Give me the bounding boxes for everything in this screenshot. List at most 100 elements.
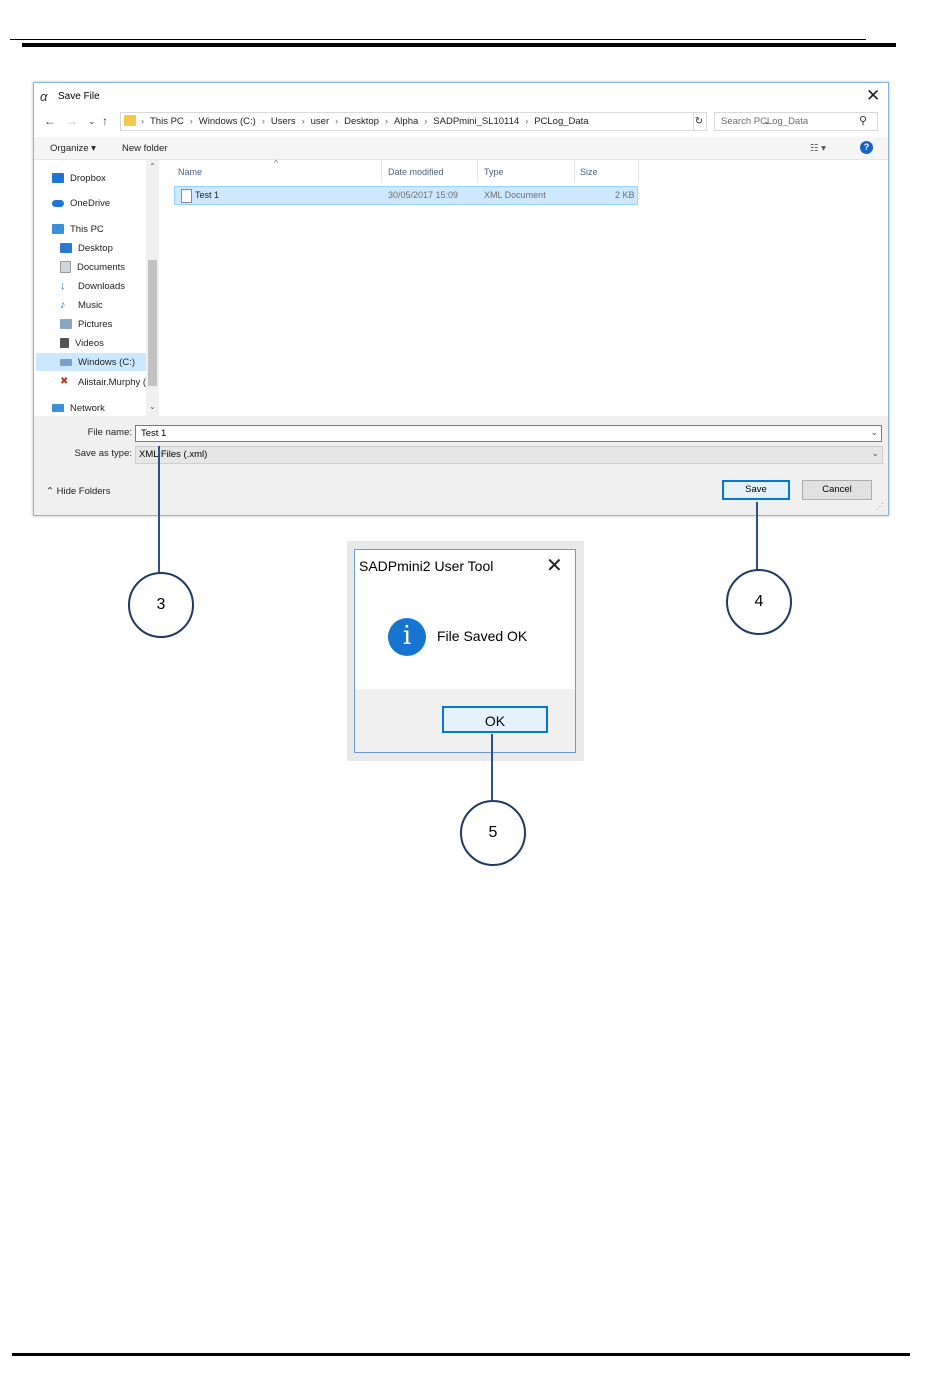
nav-item-videos[interactable]: Videos (60, 334, 104, 352)
column-header-size[interactable]: Size (580, 167, 598, 177)
nav-item-this-pc[interactable]: This PC (52, 220, 104, 238)
breadcrumb: › This PC › Windows (C:) › Users › user … (141, 116, 589, 127)
file-name-cell: Test 1 (195, 190, 220, 200)
ok-button[interactable]: OK (442, 706, 548, 733)
save-type-value: XML Files (.xml) (139, 449, 208, 460)
nav-item-music[interactable]: ♪ Music (60, 296, 103, 314)
file-list: ^ Name Date modified Type Size Test 1 30… (170, 158, 888, 416)
pictures-icon (60, 319, 72, 329)
file-name-label: File name: (87, 427, 132, 438)
refresh-icon[interactable]: ↻ (692, 112, 707, 131)
callout-5-line (491, 734, 493, 800)
music-icon: ♪ (60, 299, 66, 311)
downloads-icon: ↓ (60, 280, 66, 292)
dropbox-icon (52, 173, 64, 183)
close-icon[interactable]: ✕ (546, 553, 563, 578)
nav-scrollbar[interactable]: ⌃ ⌄ (146, 160, 159, 416)
nav-item-desktop[interactable]: Desktop (60, 239, 113, 257)
footer-rule (12, 1353, 910, 1356)
documents-icon (60, 261, 71, 273)
dialog-title: Save File (58, 91, 100, 102)
new-folder-button[interactable]: New folder (122, 143, 167, 154)
message-box: SADPmini2 User Tool ✕ i File Saved OK OK (354, 549, 576, 753)
help-icon[interactable]: ? (860, 141, 873, 154)
close-icon[interactable]: ✕ (866, 86, 880, 106)
nav-item-dropbox[interactable]: Dropbox (52, 169, 106, 187)
nav-item-alistair-murphy[interactable]: ✖ Alistair.Murphy ( (60, 373, 146, 391)
command-toolbar: Organize ▾ New folder ☷ ▾ ? (34, 137, 888, 160)
folder-icon (124, 115, 136, 126)
navigation-bar: ← → ⌄ ↑ › This PC › Windows (C:) › Users… (34, 111, 888, 133)
file-name-value: Test 1 (141, 428, 167, 439)
recent-chevron-icon[interactable]: ⌄ (88, 116, 96, 127)
scroll-down-icon[interactable]: ⌄ (146, 402, 159, 411)
scroll-thumb[interactable] (148, 260, 157, 386)
file-size-cell: 2 KB (615, 190, 635, 200)
computer-icon (52, 224, 64, 234)
app-icon: α (40, 89, 48, 104)
cancel-button[interactable]: Cancel (802, 480, 872, 500)
column-header-type[interactable]: Type (484, 167, 504, 177)
save-options-panel: File name: Test 1 ⌄ Save as type: XML Fi… (34, 416, 888, 515)
message-box-footer: OK (355, 689, 575, 752)
save-type-select[interactable]: XML Files (.xml) ⌄ (135, 446, 883, 464)
nav-item-documents[interactable]: Documents (60, 258, 125, 276)
dialog-titlebar: α Save File ✕ (34, 83, 888, 109)
breadcrumb-sadpmini[interactable]: SADPmini_SL10114 (433, 116, 519, 127)
breadcrumb-users[interactable]: Users (271, 116, 296, 127)
scroll-up-icon[interactable]: ⌃ (146, 162, 159, 171)
search-placeholder: Search PCLog_Data (721, 116, 809, 127)
save-button[interactable]: Save (722, 480, 790, 500)
table-row[interactable]: Test 1 30/05/2017 15:09 XML Document 2 K… (174, 186, 638, 205)
save-type-label: Save as type: (74, 448, 132, 459)
callout-3: 3 (128, 572, 194, 638)
network-drive-icon: ✖ (60, 376, 69, 387)
breadcrumb-windows-c[interactable]: Windows (C:) (199, 116, 256, 127)
message-text: File Saved OK (437, 628, 528, 644)
breadcrumb-desktop[interactable]: Desktop (344, 116, 379, 127)
forward-arrow-icon[interactable]: → (66, 114, 78, 128)
chevron-up-icon: ⌃ (46, 486, 54, 497)
organize-menu[interactable]: Organize ▾ (50, 143, 96, 154)
sort-caret-icon: ^ (274, 158, 279, 168)
file-date-cell: 30/05/2017 15:09 (388, 190, 459, 200)
navigation-pane: Dropbox OneDrive This PC Desktop Documen… (34, 160, 160, 416)
hide-folders-button[interactable]: ⌃ Hide Folders (46, 486, 110, 497)
nav-item-onedrive[interactable]: OneDrive (52, 194, 110, 212)
breadcrumb-pclog-data[interactable]: PCLog_Data (534, 116, 588, 127)
search-input[interactable]: Search PCLog_Data ⚲ (714, 112, 878, 131)
network-icon (52, 404, 64, 412)
nav-item-downloads[interactable]: ↓ Downloads (60, 277, 125, 295)
view-options-icon[interactable]: ☷ ▾ (810, 143, 826, 154)
breadcrumb-user[interactable]: user (311, 116, 329, 127)
callout-5: 5 (460, 800, 526, 866)
address-bar[interactable]: › This PC › Windows (C:) › Users › user … (120, 112, 771, 131)
resize-grip-icon[interactable]: ⋰ (876, 502, 884, 511)
column-header-date[interactable]: Date modified (388, 167, 444, 177)
xml-file-icon (181, 189, 192, 203)
breadcrumb-alpha[interactable]: Alpha (394, 116, 418, 127)
header-rule-thick (22, 43, 896, 47)
nav-item-pictures[interactable]: Pictures (60, 315, 112, 333)
nav-item-network[interactable]: Network (52, 399, 105, 417)
desktop-icon (60, 243, 72, 253)
save-file-dialog: α Save File ✕ ← → ⌄ ↑ › This PC › Window… (33, 82, 889, 516)
file-name-dropdown-icon[interactable]: ⌄ (870, 427, 878, 438)
callout-4: 4 (726, 569, 792, 635)
search-icon: ⚲ (859, 115, 868, 127)
message-box-title: SADPmini2 User Tool (359, 558, 494, 574)
header-rule-thin (10, 39, 866, 40)
back-arrow-icon[interactable]: ← (44, 114, 56, 128)
drive-icon (60, 358, 72, 366)
breadcrumb-this-pc[interactable]: This PC (150, 116, 184, 127)
file-name-field[interactable]: Test 1 ⌄ (135, 425, 882, 442)
onedrive-icon (52, 199, 64, 207)
column-header-name[interactable]: Name (178, 167, 202, 177)
info-icon: i (388, 618, 426, 656)
up-arrow-icon[interactable]: ↑ (102, 114, 108, 128)
videos-icon (60, 338, 69, 348)
nav-item-windows-c[interactable]: Windows (C:) (60, 353, 135, 371)
save-type-dropdown-icon[interactable]: ⌄ (871, 448, 879, 459)
callout-4-line (756, 502, 758, 570)
callout-3-line (158, 446, 160, 572)
